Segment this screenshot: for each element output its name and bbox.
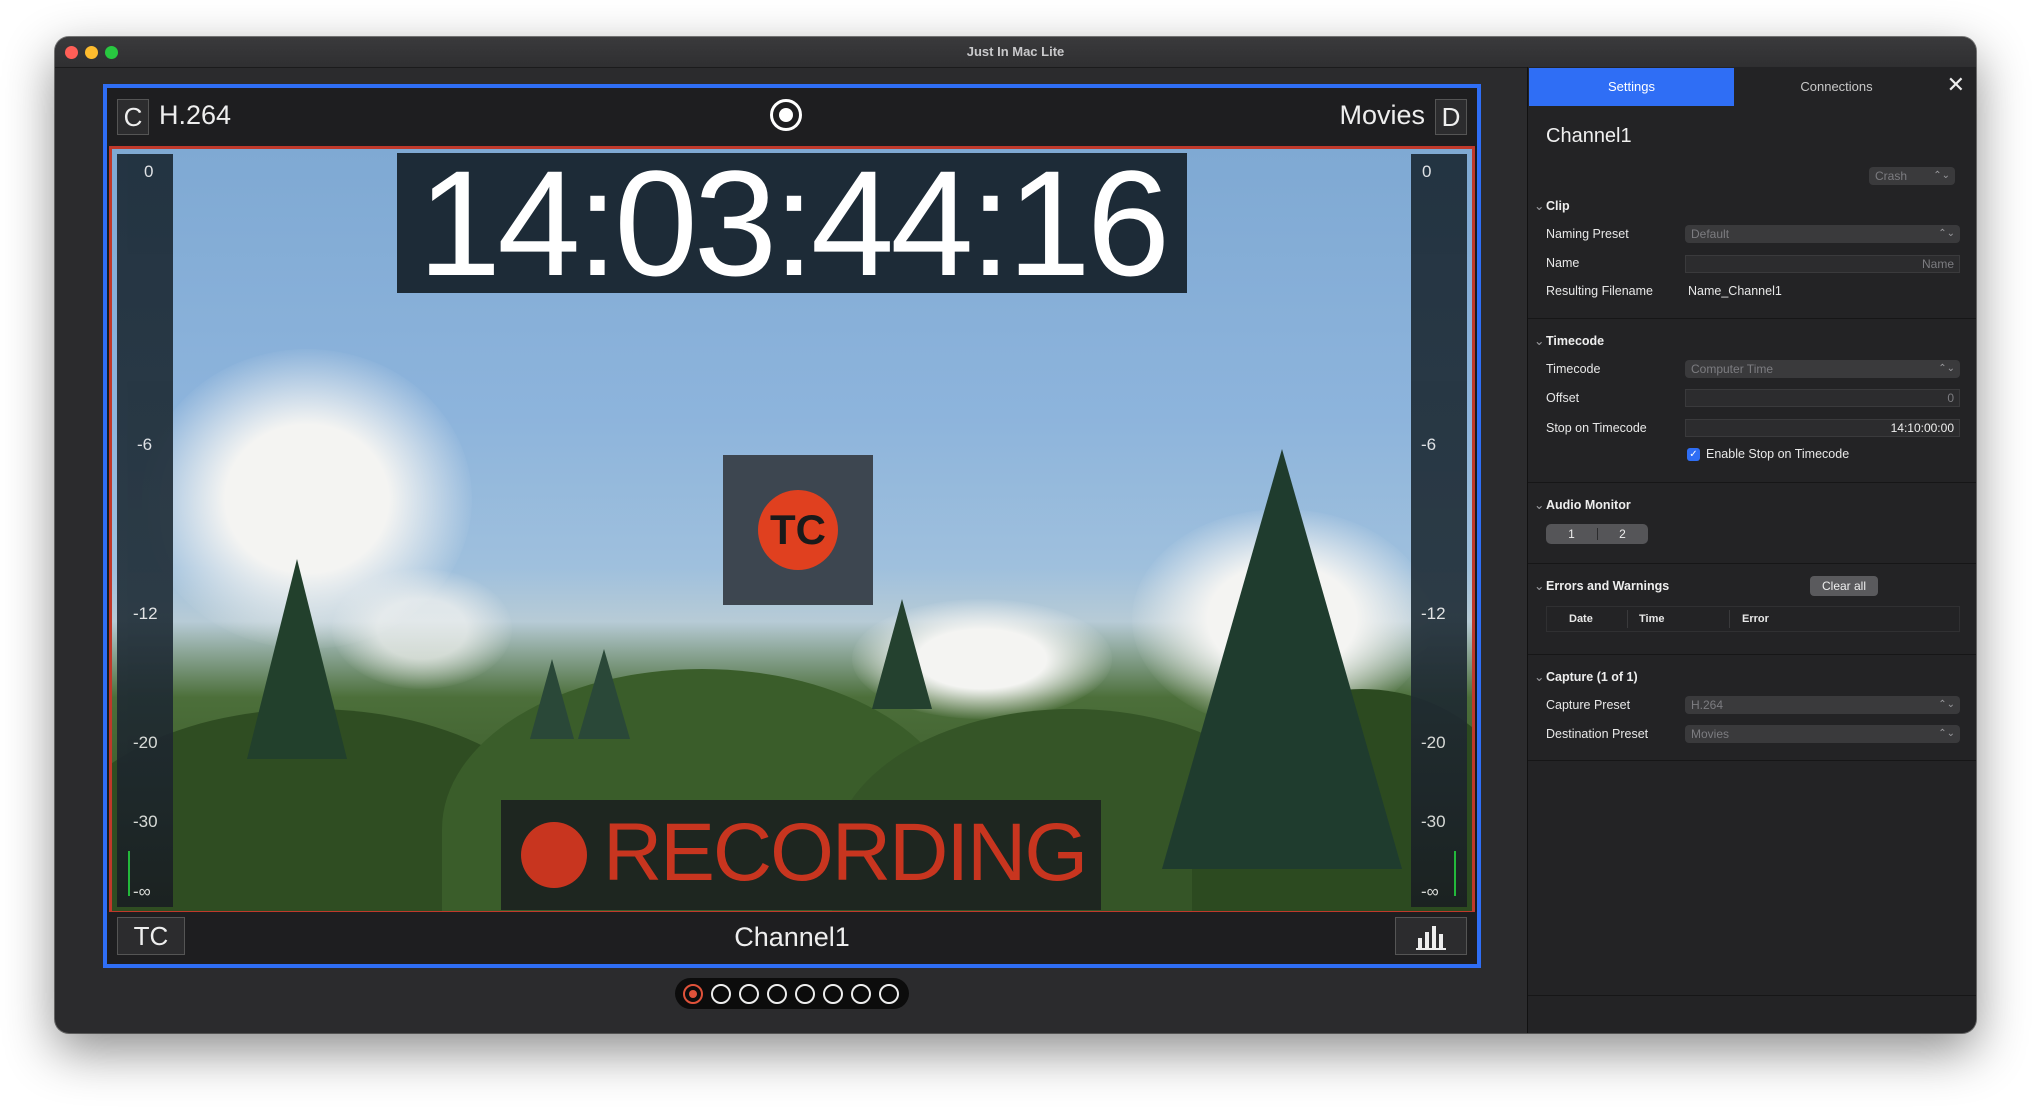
tc-overlay: TC [723,455,873,605]
channel-name: Channel1 [734,922,850,952]
audio-meters-button[interactable] [1395,917,1467,955]
audio-monitor-segmented[interactable]: 1 2 [1546,524,1648,544]
pager-dot[interactable] [795,984,815,1004]
resulting-filename-value: Name_Channel1 [1688,284,1782,298]
capture-preset-label: Capture Preset [1546,698,1631,712]
column-date[interactable]: Date [1569,613,1593,625]
offset-label: Offset [1546,391,1580,405]
channel-title: Channel1 [1546,125,1632,147]
name-input[interactable]: Name [1685,255,1960,273]
errors-table-header: Date Time Error [1546,606,1960,632]
timecode-label: Timecode [1546,362,1601,376]
chevron-down-icon: ⌄ [1534,334,1545,348]
resulting-filename-label: Resulting Filename [1546,284,1653,298]
clear-all-button[interactable]: Clear all [1810,576,1878,596]
timecode-source-select[interactable]: Computer Time ⌃⌄ [1685,360,1960,378]
video-preview: 0 -6 -12 -20 -30 -∞ 0 -6 -12 -20 -30 -∞ … [109,146,1475,914]
pager-dot[interactable] [683,984,703,1004]
name-label: Name [1546,256,1580,270]
column-time[interactable]: Time [1639,613,1664,625]
audio-meter-right: 0 -6 -12 -20 -30 -∞ [1411,154,1467,907]
title-bar: Just In Mac Lite [55,37,1976,68]
chevron-down-icon: ⌄ [1534,670,1545,684]
destination-preset-label: Destination Preset [1546,727,1649,741]
pager-dot[interactable] [879,984,899,1004]
record-toggle-icon[interactable] [770,99,802,131]
capture-preset-select[interactable]: H.264 ⌃⌄ [1685,696,1960,714]
destination-label: Movies [1339,100,1425,130]
section-errors[interactable]: ⌄ Errors and Warnings [1534,578,1669,593]
section-timecode[interactable]: ⌄ Timecode [1534,333,1604,348]
recording-dot-icon [521,822,587,888]
tab-settings[interactable]: Settings [1529,68,1734,106]
offset-input[interactable]: 0 [1685,389,1960,407]
monitor-top-bar: C H.264 Movies D [107,88,1477,146]
stop-on-timecode-label: Stop on Timecode [1546,421,1647,435]
naming-preset-label: Naming Preset [1546,227,1629,241]
pager-dot[interactable] [739,984,759,1004]
enable-stop-checkbox[interactable]: ✓ [1687,448,1700,461]
tc-badge-icon: TC [758,490,838,570]
column-error[interactable]: Error [1742,613,1769,625]
enable-stop-label: Enable Stop on Timecode [1706,447,1850,461]
capture-indicator[interactable]: C [117,99,149,135]
pager-dot[interactable] [823,984,843,1004]
pager-dot[interactable] [711,984,731,1004]
channel-monitor[interactable]: C H.264 Movies D 0 -6 -12 -20 -30 -∞ 0 -… [103,84,1481,968]
destination-preset-select[interactable]: Movies ⌃⌄ [1685,725,1960,743]
tab-connections[interactable]: Connections [1734,68,1939,106]
monitor-bottom-bar: TC Channel1 [107,912,1477,964]
close-icon[interactable]: ✕ [1947,72,1965,98]
channel-pager [675,978,909,1009]
section-capture[interactable]: ⌄ Capture (1 of 1) [1534,669,1638,684]
timecode-display: 14:03:44:16 [397,149,1187,298]
settings-sidebar: Settings Connections ✕ Channel1 Crash ⌃⌄ … [1527,67,1976,1033]
app-window: Just In Mac Lite C H.264 Movies D 0 -6 -… [55,37,1976,1033]
stop-timecode-input[interactable]: 14:10:00:00 [1685,419,1960,437]
recording-label: RECORDING [603,807,1088,898]
audio-channel-2[interactable]: 2 [1597,524,1648,544]
section-clip[interactable]: ⌄ Clip [1534,198,1570,213]
naming-preset-select[interactable]: Default ⌃⌄ [1685,225,1960,243]
recording-overlay: RECORDING [501,800,1101,910]
codec-label: H.264 [159,100,232,130]
audio-channel-1[interactable]: 1 [1546,524,1597,544]
chevron-down-icon: ⌄ [1534,498,1545,512]
chevron-down-icon: ⌄ [1534,199,1545,213]
destination-indicator[interactable]: D [1435,99,1467,135]
bar-chart-icon [1416,926,1446,950]
section-audio-monitor[interactable]: ⌄ Audio Monitor [1534,497,1631,512]
crash-popup[interactable]: Crash ⌃⌄ [1869,167,1955,185]
chevron-down-icon: ⌄ [1534,579,1545,593]
window-title: Just In Mac Lite [966,44,1065,59]
pager-dot[interactable] [851,984,871,1004]
pager-dot[interactable] [767,984,787,1004]
audio-meter-left: 0 -6 -12 -20 -30 -∞ [117,154,173,907]
